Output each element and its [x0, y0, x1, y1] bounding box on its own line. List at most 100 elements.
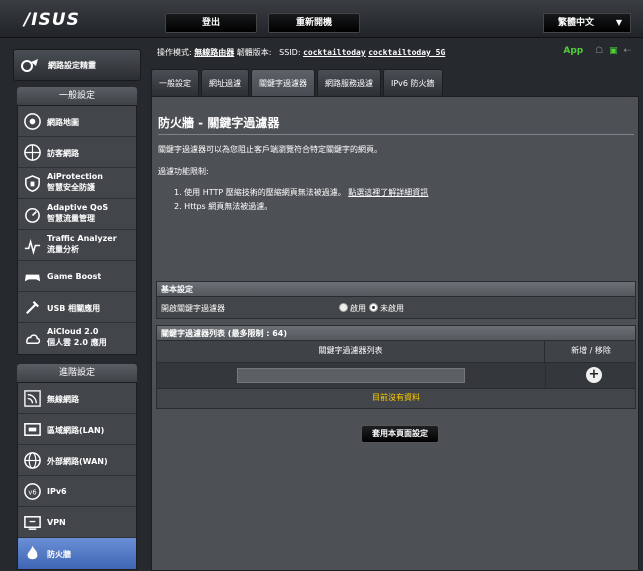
firewall-icon [27, 545, 38, 560]
sidebar-item-label: Game Boost [47, 272, 102, 281]
details-link[interactable]: 點選這裡了解詳細資訊 [348, 188, 428, 197]
limit-2: 2. Https 網頁無法被過濾。 [174, 202, 273, 211]
sidebar-item-label: Traffic Analyzer [47, 234, 117, 243]
sidebar-item-sublabel: 個人雲 2.0 應用 [47, 338, 107, 347]
column-add-remove: 新增 / 移除 [571, 346, 611, 355]
limit-1: 1. 使用 HTTP 壓縮技術的壓縮網頁無法被過濾。 點選這裡了解詳細資訊 [174, 187, 428, 198]
radio-disable-dot[interactable] [369, 303, 378, 312]
general-menu: 網路地圖 訪客網路 AiProtection 智慧安全防護 Adaptive Q… [17, 105, 137, 355]
sidebar-item-adaptive-qos[interactable]: Adaptive QoS 智慧流量管理 [18, 199, 136, 230]
asus-logo: /ISUS [24, 10, 80, 30]
sidebar-item-aiprotection[interactable]: AiProtection 智慧安全防護 [18, 168, 136, 199]
top-bar: /ISUS 登出 重新開機 繁體中文 ▼ [0, 0, 643, 38]
sidebar: 網路設定精靈 一般設定 網路地圖 訪客網路 AiProtection 智慧安全防… [13, 41, 141, 571]
basic-settings-header: 基本設定 [156, 281, 636, 297]
ipv6-icon: v6 [24, 483, 41, 500]
empty-list-message: 目前沒有資料 [156, 389, 636, 409]
sidebar-item-label: AiCloud 2.0 [47, 327, 99, 336]
mode-label: 操作模式: [157, 48, 192, 57]
sidebar-item-label: 訪客網路 [47, 149, 79, 158]
ssid-24g-link[interactable]: cocktailtoday [303, 48, 366, 57]
game-boost-icon [24, 274, 41, 282]
enable-keyword-filter-label: 開啟關鍵字過濾器 [161, 304, 225, 313]
tab-general[interactable]: 一般設定 [151, 69, 199, 96]
reboot-button[interactable]: 重新開機 [268, 13, 360, 33]
keyword-list-columns: 關鍵字過濾器列表 新增 / 移除 [156, 341, 636, 363]
tab-network-services-filter[interactable]: 網路服務過濾 [317, 69, 381, 96]
sidebar-item-aicloud[interactable]: AiCloud 2.0 個人雲 2.0 應用 [18, 323, 136, 354]
sidebar-item-traffic-analyzer[interactable]: Traffic Analyzer 流量分析 [18, 230, 136, 261]
quick-setup-button[interactable]: 網路設定精靈 [13, 49, 141, 81]
sidebar-item-wireless[interactable]: 無線網路 [18, 383, 136, 414]
firmware-label: 韌體版本: [236, 48, 272, 57]
apply-button[interactable]: 套用本頁面設定 [361, 425, 439, 443]
language-label: 繁體中文 [558, 18, 595, 28]
aiprotection-icon [25, 175, 40, 192]
sidebar-item-label: 無線網路 [47, 395, 79, 404]
language-select[interactable]: 繁體中文 ▼ [543, 13, 631, 33]
sidebar-item-wan[interactable]: 外部網路(WAN) [18, 445, 136, 476]
radio-disable-label: 未啟用 [380, 304, 404, 313]
sidebar-item-ipv6[interactable]: v6 IPv6 [18, 476, 136, 507]
qos-icon [25, 208, 40, 223]
sidebar-item-label: IPv6 [47, 487, 67, 496]
ssid-label: SSID: [279, 48, 301, 57]
sidebar-item-network-map[interactable]: 網路地圖 [18, 106, 136, 137]
tab-url-filter[interactable]: 網址過濾 [201, 69, 249, 96]
column-divider [545, 363, 546, 388]
usb-status-icon[interactable]: ⇠ [623, 46, 631, 56]
content-panel: 防火牆 - 關鍵字過濾器 關鍵字過濾器可以為您阻止客戶端瀏覽符合特定關鍵字的網頁… [151, 96, 639, 571]
general-section-header: 一般設定 [17, 87, 137, 105]
page-description: 關鍵字過濾器可以為您阻止客戶端瀏覽符合特定關鍵字的網頁。 [158, 145, 382, 154]
network-status-icon[interactable]: ▣ [609, 46, 618, 56]
chevron-down-icon: ▼ [615, 18, 622, 27]
radio-disable[interactable]: 未啟用 [369, 303, 404, 314]
usb-icon [26, 301, 39, 314]
tab-bar: 一般設定 網址過濾 關鍵字過濾器 網路服務過濾 IPv6 防火牆 [151, 69, 445, 96]
sidebar-item-firewall[interactable]: 防火牆 [18, 538, 136, 569]
status-bar: 操作模式: 無線路由器 韌體版本: SSID: cocktailtoday co… [157, 47, 445, 58]
status-icons: App ☖ ▣ ⇠ [563, 46, 631, 56]
column-keyword-list: 關鍵字過濾器列表 [157, 341, 545, 362]
sidebar-item-label: 網路地圖 [47, 118, 79, 127]
lan-icon [24, 423, 41, 436]
sidebar-item-vpn[interactable]: VPN [18, 507, 136, 538]
tab-ipv6-firewall[interactable]: IPv6 防火牆 [383, 69, 443, 96]
users-icon[interactable]: ☖ [595, 46, 603, 56]
svg-text:v6: v6 [28, 488, 36, 496]
sidebar-item-label: 防火牆 [47, 550, 71, 559]
radio-enable[interactable]: 啟用 [339, 303, 366, 314]
vpn-icon [24, 516, 41, 530]
aicloud-icon [26, 334, 41, 345]
page-title: 防火牆 - 關鍵字過濾器 [158, 116, 280, 130]
sidebar-item-lan[interactable]: 區域網路(LAN) [18, 414, 136, 445]
wireless-icon [24, 390, 41, 407]
mode-link[interactable]: 無線路由器 [194, 48, 234, 57]
sidebar-item-label: AiProtection [47, 172, 103, 181]
quick-setup-label: 網路設定精靈 [48, 61, 96, 70]
keyword-input[interactable] [237, 368, 465, 383]
app-link[interactable]: App [563, 46, 583, 56]
wan-icon [24, 452, 41, 469]
radio-enable-label: 啟用 [350, 304, 366, 313]
sidebar-item-guest-network[interactable]: 訪客網路 [18, 137, 136, 168]
sidebar-item-label: VPN [47, 518, 66, 527]
sidebar-item-label: Adaptive QoS [47, 203, 109, 212]
sidebar-item-sublabel: 流量分析 [47, 245, 79, 254]
guest-network-icon [24, 144, 41, 161]
traffic-analyzer-icon [24, 238, 41, 255]
advanced-menu: 無線網路 區域網路(LAN) 外部網路(WAN) v6 IPv6 VPN 防火牆 [17, 382, 137, 570]
quick-setup-icon [21, 59, 38, 72]
sidebar-item-label: 外部網路(WAN) [47, 457, 108, 466]
radio-enable-dot[interactable] [339, 303, 348, 312]
limits-label: 過濾功能限制: [158, 167, 209, 176]
sidebar-item-usb[interactable]: USB 相關應用 [18, 292, 136, 323]
sidebar-item-game-boost[interactable]: Game Boost [18, 261, 136, 292]
add-keyword-button[interactable]: + [586, 367, 602, 383]
limit-1-text: 1. 使用 HTTP 壓縮技術的壓縮網頁無法被過濾。 [174, 188, 346, 197]
logout-button[interactable]: 登出 [165, 13, 257, 33]
ssid-5g-link[interactable]: cocktailtoday_5G [368, 48, 445, 57]
sidebar-item-label: 區域網路(LAN) [47, 426, 105, 435]
tab-keyword-filter[interactable]: 關鍵字過濾器 [251, 69, 315, 96]
sidebar-item-label: USB 相關應用 [47, 304, 101, 313]
